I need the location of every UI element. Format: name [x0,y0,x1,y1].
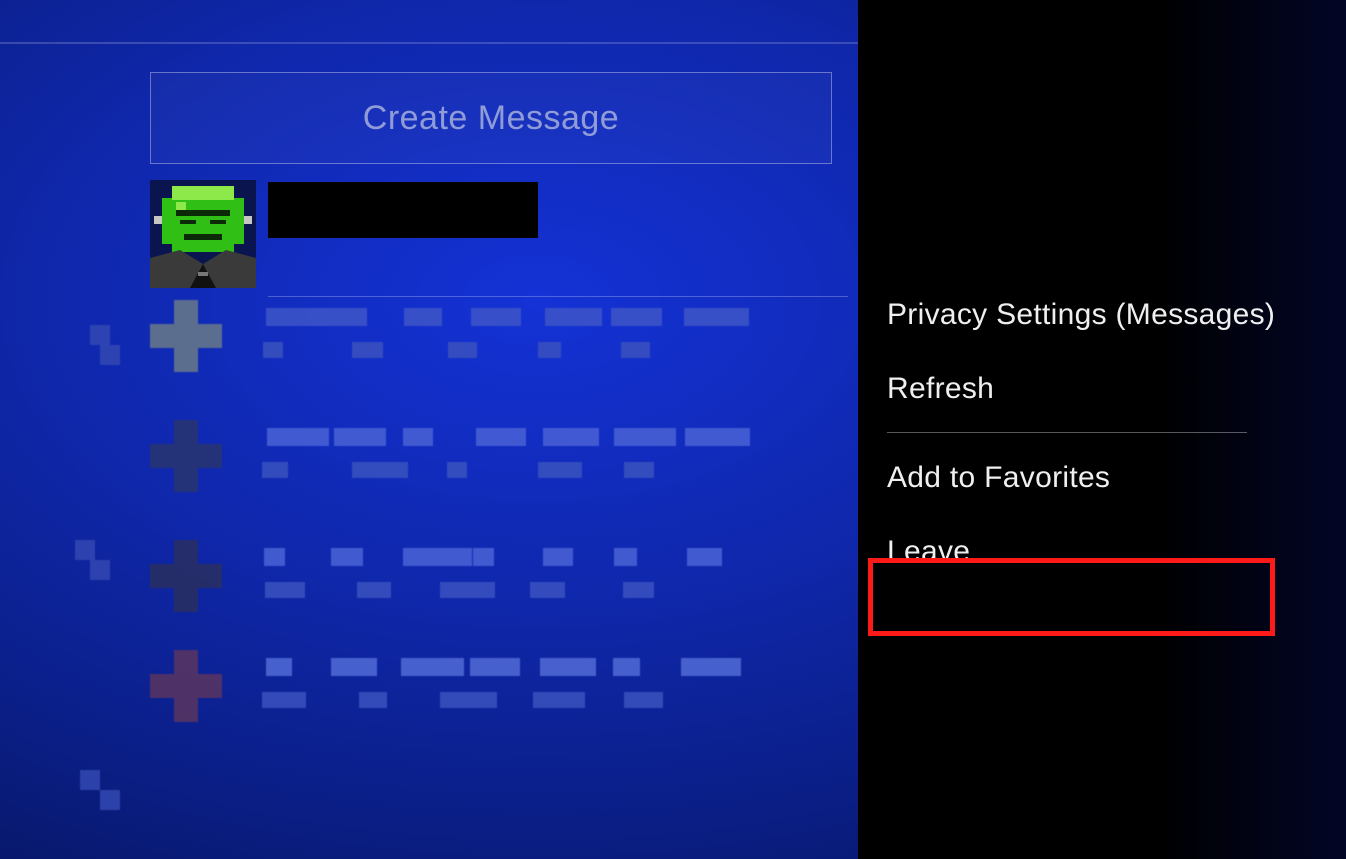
menu-item-label: Leave [887,535,970,568]
menu-item-refresh[interactable]: Refresh [861,352,1346,426]
menu-item-label: Add to Favorites [887,461,1110,494]
blurred-conversation-rows [30,300,850,840]
menu-item-privacy-settings[interactable]: Privacy Settings (Messages) [861,278,1346,352]
redacted-username [268,182,538,238]
divider [887,432,1247,433]
app-window: Create Message [0,0,1346,859]
menu-item-add-to-favorites[interactable]: Add to Favorites [861,441,1346,515]
menu-item-label: Privacy Settings (Messages) [887,298,1275,331]
create-message-button[interactable]: Create Message [150,72,832,164]
menu-item-label: Refresh [887,372,994,405]
divider [268,296,848,297]
options-panel: Privacy Settings (Messages) Refresh Add … [858,0,1346,859]
avatar [150,180,256,288]
messages-list-panel: Create Message [0,0,858,859]
menu-item-leave[interactable]: Leave [861,515,1346,589]
create-message-label: Create Message [363,99,619,138]
divider [0,42,858,44]
